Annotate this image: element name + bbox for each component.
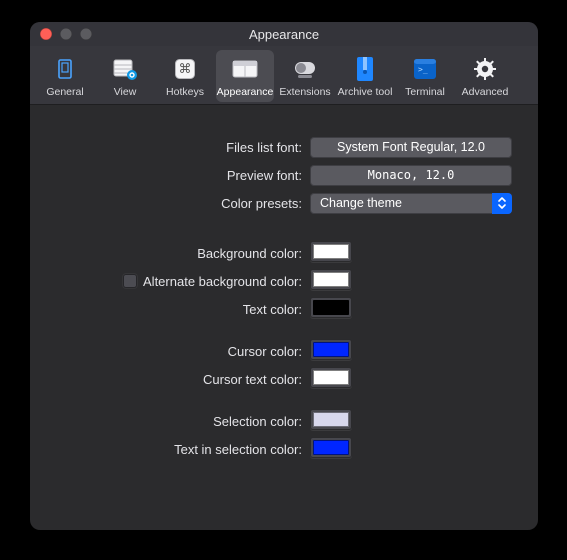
files-list-font-button[interactable]: System Font Regular, 12.0 bbox=[310, 137, 512, 158]
tab-label: Appearance bbox=[217, 86, 274, 98]
terminal-icon: >_ bbox=[410, 54, 440, 84]
preview-font-label: Preview font: bbox=[50, 168, 310, 183]
tab-label: Hotkeys bbox=[166, 86, 204, 98]
text-in-selection-color-label: Text in selection color: bbox=[50, 442, 310, 457]
text-in-selection-color-well[interactable] bbox=[310, 437, 352, 458]
preferences-window: Appearance General bbox=[30, 22, 538, 530]
extensions-icon bbox=[290, 54, 320, 84]
color-presets-popup[interactable]: Change theme bbox=[310, 193, 512, 214]
tab-label: Advanced bbox=[462, 86, 509, 98]
tab-label: View bbox=[114, 86, 137, 98]
tab-label: Terminal bbox=[405, 86, 445, 98]
alternate-background-color-well[interactable] bbox=[310, 269, 352, 290]
svg-text:⌘: ⌘ bbox=[179, 61, 192, 76]
tab-archive-tool[interactable]: Archive tool bbox=[336, 50, 394, 102]
hotkeys-icon: ⌘ bbox=[170, 54, 200, 84]
cursor-text-color-well[interactable] bbox=[310, 367, 352, 388]
traffic-lights bbox=[30, 28, 92, 40]
cursor-color-label: Cursor color: bbox=[50, 344, 310, 359]
view-icon bbox=[110, 54, 140, 84]
tab-terminal[interactable]: >_ Terminal bbox=[396, 50, 454, 102]
zoom-window-button[interactable] bbox=[80, 28, 92, 40]
text-color-well[interactable] bbox=[310, 297, 352, 318]
tab-view[interactable]: View bbox=[96, 50, 154, 102]
preview-font-button[interactable]: Monaco, 12.0 bbox=[310, 165, 512, 186]
titlebar: Appearance bbox=[30, 22, 538, 46]
tab-general[interactable]: General bbox=[36, 50, 94, 102]
gear-icon bbox=[470, 54, 500, 84]
alternate-background-checkbox[interactable] bbox=[123, 274, 137, 288]
background-color-label: Background color: bbox=[50, 246, 310, 261]
chevron-up-down-icon bbox=[492, 193, 512, 214]
tab-label: Archive tool bbox=[338, 86, 393, 98]
appearance-icon bbox=[230, 54, 260, 84]
tab-advanced[interactable]: Advanced bbox=[456, 50, 514, 102]
alternate-background-color-label: Alternate background color: bbox=[143, 274, 302, 289]
archive-tool-icon bbox=[350, 54, 380, 84]
tab-label: General bbox=[46, 86, 83, 98]
cursor-color-well[interactable] bbox=[310, 339, 352, 360]
tab-label: Extensions bbox=[279, 86, 330, 98]
text-color-label: Text color: bbox=[50, 302, 310, 317]
selection-color-well[interactable] bbox=[310, 409, 352, 430]
tab-extensions[interactable]: Extensions bbox=[276, 50, 334, 102]
window-title: Appearance bbox=[30, 27, 538, 42]
color-presets-label: Color presets: bbox=[50, 196, 310, 211]
general-icon bbox=[50, 54, 80, 84]
tab-hotkeys[interactable]: ⌘ Hotkeys bbox=[156, 50, 214, 102]
background-color-well[interactable] bbox=[310, 241, 352, 262]
cursor-text-color-label: Cursor text color: bbox=[50, 372, 310, 387]
svg-text:>_: >_ bbox=[418, 65, 428, 74]
appearance-form: Files list font: System Font Regular, 12… bbox=[30, 105, 538, 483]
preferences-toolbar: General View ⌘ bbox=[30, 46, 538, 105]
close-window-button[interactable] bbox=[40, 28, 52, 40]
selection-color-label: Selection color: bbox=[50, 414, 310, 429]
files-list-font-label: Files list font: bbox=[50, 140, 310, 155]
minimize-window-button[interactable] bbox=[60, 28, 72, 40]
tab-appearance[interactable]: Appearance bbox=[216, 50, 274, 102]
color-presets-value: Change theme bbox=[310, 196, 492, 210]
